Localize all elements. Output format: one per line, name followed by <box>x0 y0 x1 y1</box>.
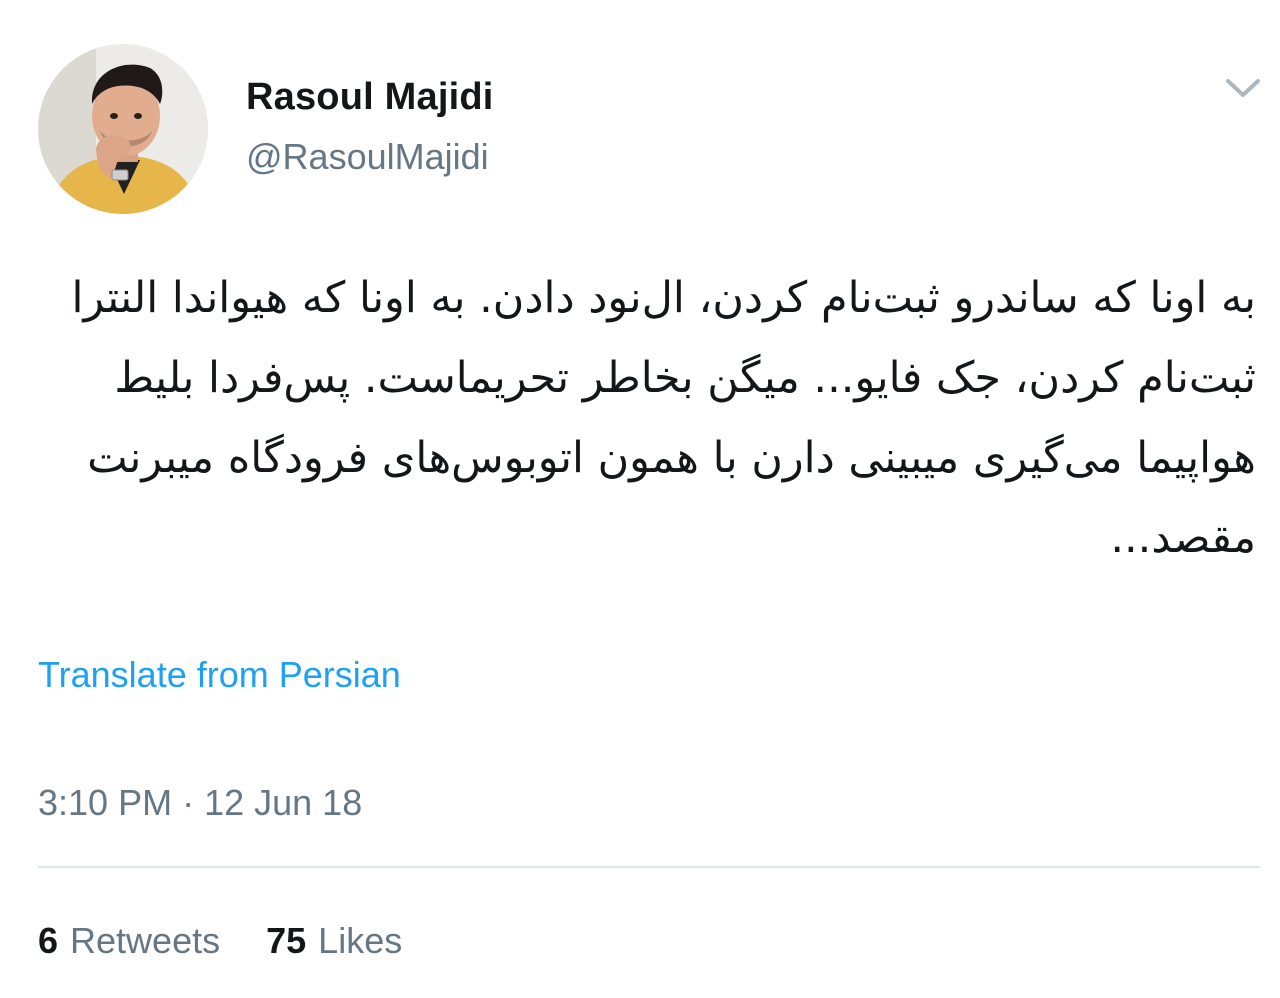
tweet-date: 12 Jun 18 <box>204 782 363 823</box>
translate-link[interactable]: Translate from Persian <box>38 654 401 696</box>
author-handle[interactable]: @RasoulMajidi <box>246 136 489 178</box>
retweets-label: Retweets <box>70 920 221 961</box>
tweet-detail: Rasoul Majidi @RasoulMajidi به اونا که س… <box>0 0 1280 998</box>
tweet-time: 3:10 PM <box>38 782 173 823</box>
tweet-text: به اونا که ساندرو ثبت‌نام کردن، ال‌نود د… <box>71 273 1256 563</box>
avatar[interactable] <box>38 44 208 214</box>
likes-stat[interactable]: 75 Likes <box>266 920 402 962</box>
chevron-down-icon[interactable] <box>1222 72 1264 104</box>
likes-label: Likes <box>318 920 403 961</box>
profile-photo <box>38 44 208 214</box>
retweets-count: 6 <box>38 920 59 961</box>
divider <box>38 866 1260 868</box>
tweet-timestamp[interactable]: 3:10 PM · 12 Jun 18 <box>38 782 362 824</box>
retweets-stat[interactable]: 6 Retweets <box>38 920 220 962</box>
engagement-stats: 6 Retweets 75 Likes <box>38 920 438 962</box>
timestamp-separator: · <box>182 782 195 823</box>
likes-count: 75 <box>266 920 307 961</box>
author-display-name[interactable]: Rasoul Majidi <box>246 76 494 119</box>
